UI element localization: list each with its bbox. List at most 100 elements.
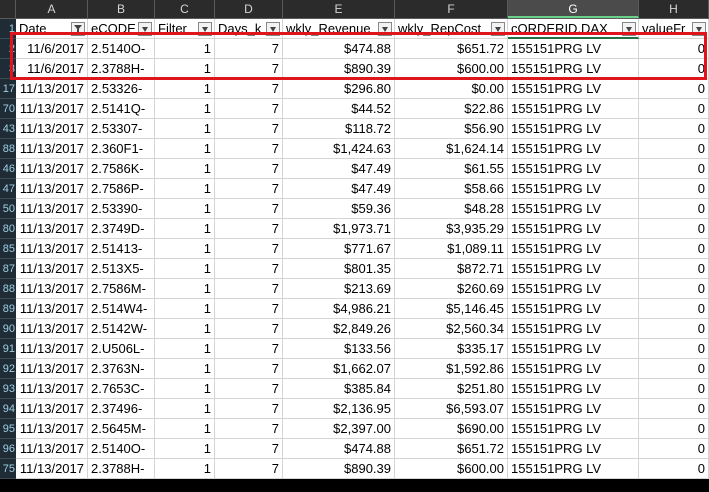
row-number[interactable]: 91 (0, 339, 16, 359)
cell-d[interactable]: 7 (215, 99, 283, 119)
cell-b[interactable]: 2.7586M- (88, 279, 155, 299)
cell-c[interactable]: 1 (155, 179, 215, 199)
cell-h[interactable]: 0 (639, 299, 709, 319)
cell-h[interactable]: 0 (639, 79, 709, 99)
cell-a[interactable]: 11/13/2017 (16, 459, 88, 479)
cell-b[interactable]: 2.3788H- (88, 459, 155, 479)
row-number[interactable]: 94 (0, 399, 16, 419)
cell-d[interactable]: 7 (215, 239, 283, 259)
cell-c[interactable]: 1 (155, 159, 215, 179)
cell-a[interactable]: 11/13/2017 (16, 339, 88, 359)
cell-e[interactable]: $213.69 (283, 279, 395, 299)
column-letter-f[interactable]: F (395, 0, 508, 18)
column-letter-b[interactable]: B (88, 0, 155, 18)
cell-d[interactable]: 7 (215, 119, 283, 139)
cell-h[interactable]: 0 (639, 59, 709, 79)
column-letter-e[interactable]: E (283, 0, 395, 18)
cell-h[interactable]: 0 (639, 119, 709, 139)
cell-a[interactable]: 11/6/2017 (16, 59, 88, 79)
row-number[interactable]: 96 (0, 439, 16, 459)
cell-a[interactable]: 11/13/2017 (16, 119, 88, 139)
cell-f[interactable]: $260.69 (395, 279, 508, 299)
cell-h[interactable]: 0 (639, 139, 709, 159)
cell-e[interactable]: $1,973.71 (283, 219, 395, 239)
cell-f[interactable]: $22.86 (395, 99, 508, 119)
cell-d[interactable]: 7 (215, 299, 283, 319)
cell-g[interactable]: 155151PRG LV (508, 99, 639, 119)
filter-dropdown-icon[interactable] (622, 22, 636, 36)
cell-c[interactable]: 1 (155, 419, 215, 439)
cell-g[interactable]: 155151PRG LV (508, 339, 639, 359)
cell-g[interactable]: 155151PRG LV (508, 359, 639, 379)
row-number[interactable]: 43 (0, 119, 16, 139)
row-number[interactable]: 89 (0, 299, 16, 319)
row-number[interactable]: 88 (0, 279, 16, 299)
cell-b[interactable]: 2.5645M- (88, 419, 155, 439)
cell-a[interactable]: 11/13/2017 (16, 259, 88, 279)
cell-d[interactable]: 7 (215, 199, 283, 219)
cell-a[interactable]: 11/13/2017 (16, 279, 88, 299)
cell-h[interactable]: 0 (639, 359, 709, 379)
filter-dropdown-icon[interactable] (138, 22, 152, 36)
column-letter-d[interactable]: D (215, 0, 283, 18)
cell-g[interactable]: 155151PRG LV (508, 179, 639, 199)
cell-h[interactable]: 0 (639, 319, 709, 339)
cell-e[interactable]: $385.84 (283, 379, 395, 399)
row-number[interactable]: 87 (0, 259, 16, 279)
row-number[interactable]: 2 (0, 39, 16, 59)
cell-c[interactable]: 1 (155, 259, 215, 279)
cell-c[interactable]: 1 (155, 319, 215, 339)
header-cell-b[interactable]: eCODE (88, 19, 155, 39)
cell-d[interactable]: 7 (215, 219, 283, 239)
header-cell-h[interactable]: valueFr (639, 19, 709, 39)
cell-b[interactable]: 2.514W4- (88, 299, 155, 319)
cell-c[interactable]: 1 (155, 39, 215, 59)
cell-b[interactable]: 2.3749D- (88, 219, 155, 239)
cell-b[interactable]: 2.53307- (88, 119, 155, 139)
cell-h[interactable]: 0 (639, 99, 709, 119)
cell-g[interactable]: 155151PRG LV (508, 59, 639, 79)
row-number[interactable]: 92 (0, 359, 16, 379)
cell-f[interactable]: $651.72 (395, 439, 508, 459)
cell-e[interactable]: $1,424.63 (283, 139, 395, 159)
cell-a[interactable]: 11/13/2017 (16, 379, 88, 399)
cell-a[interactable]: 11/13/2017 (16, 179, 88, 199)
cell-b[interactable]: 2.513X5- (88, 259, 155, 279)
cell-f[interactable]: $5,146.45 (395, 299, 508, 319)
cell-g[interactable]: 155151PRG LV (508, 159, 639, 179)
cell-e[interactable]: $118.72 (283, 119, 395, 139)
cell-f[interactable]: $600.00 (395, 59, 508, 79)
cell-c[interactable]: 1 (155, 99, 215, 119)
cell-e[interactable]: $296.80 (283, 79, 395, 99)
column-letter-h[interactable]: H (639, 0, 709, 18)
cell-f[interactable]: $48.28 (395, 199, 508, 219)
row-number[interactable]: 93 (0, 379, 16, 399)
cell-c[interactable]: 1 (155, 59, 215, 79)
cell-e[interactable]: $474.88 (283, 439, 395, 459)
row-number[interactable]: 85 (0, 239, 16, 259)
cell-b[interactable]: 2.53390- (88, 199, 155, 219)
cell-g[interactable]: 155151PRG LV (508, 299, 639, 319)
filter-dropdown-icon[interactable] (692, 22, 706, 36)
cell-g[interactable]: 155151PRG LV (508, 39, 639, 59)
cell-f[interactable]: $872.71 (395, 259, 508, 279)
cell-d[interactable]: 7 (215, 59, 283, 79)
cell-a[interactable]: 11/13/2017 (16, 139, 88, 159)
cell-f[interactable]: $600.00 (395, 459, 508, 479)
cell-a[interactable]: 11/13/2017 (16, 79, 88, 99)
cell-d[interactable]: 7 (215, 39, 283, 59)
cell-a[interactable]: 11/13/2017 (16, 199, 88, 219)
cell-e[interactable]: $2,397.00 (283, 419, 395, 439)
cell-f[interactable]: $3,935.29 (395, 219, 508, 239)
cell-f[interactable]: $251.80 (395, 379, 508, 399)
cell-d[interactable]: 7 (215, 399, 283, 419)
row-number[interactable]: 90 (0, 319, 16, 339)
cell-f[interactable]: $651.72 (395, 39, 508, 59)
cell-a[interactable]: 11/13/2017 (16, 299, 88, 319)
cell-b[interactable]: 2.5140O- (88, 39, 155, 59)
cell-g[interactable]: 155151PRG LV (508, 139, 639, 159)
header-cell-a[interactable]: Date (16, 19, 88, 39)
header-cell-g[interactable]: cORDERID.DAX (508, 19, 639, 39)
cell-b[interactable]: 2.7586P- (88, 179, 155, 199)
column-letter-g[interactable]: G (508, 0, 639, 18)
